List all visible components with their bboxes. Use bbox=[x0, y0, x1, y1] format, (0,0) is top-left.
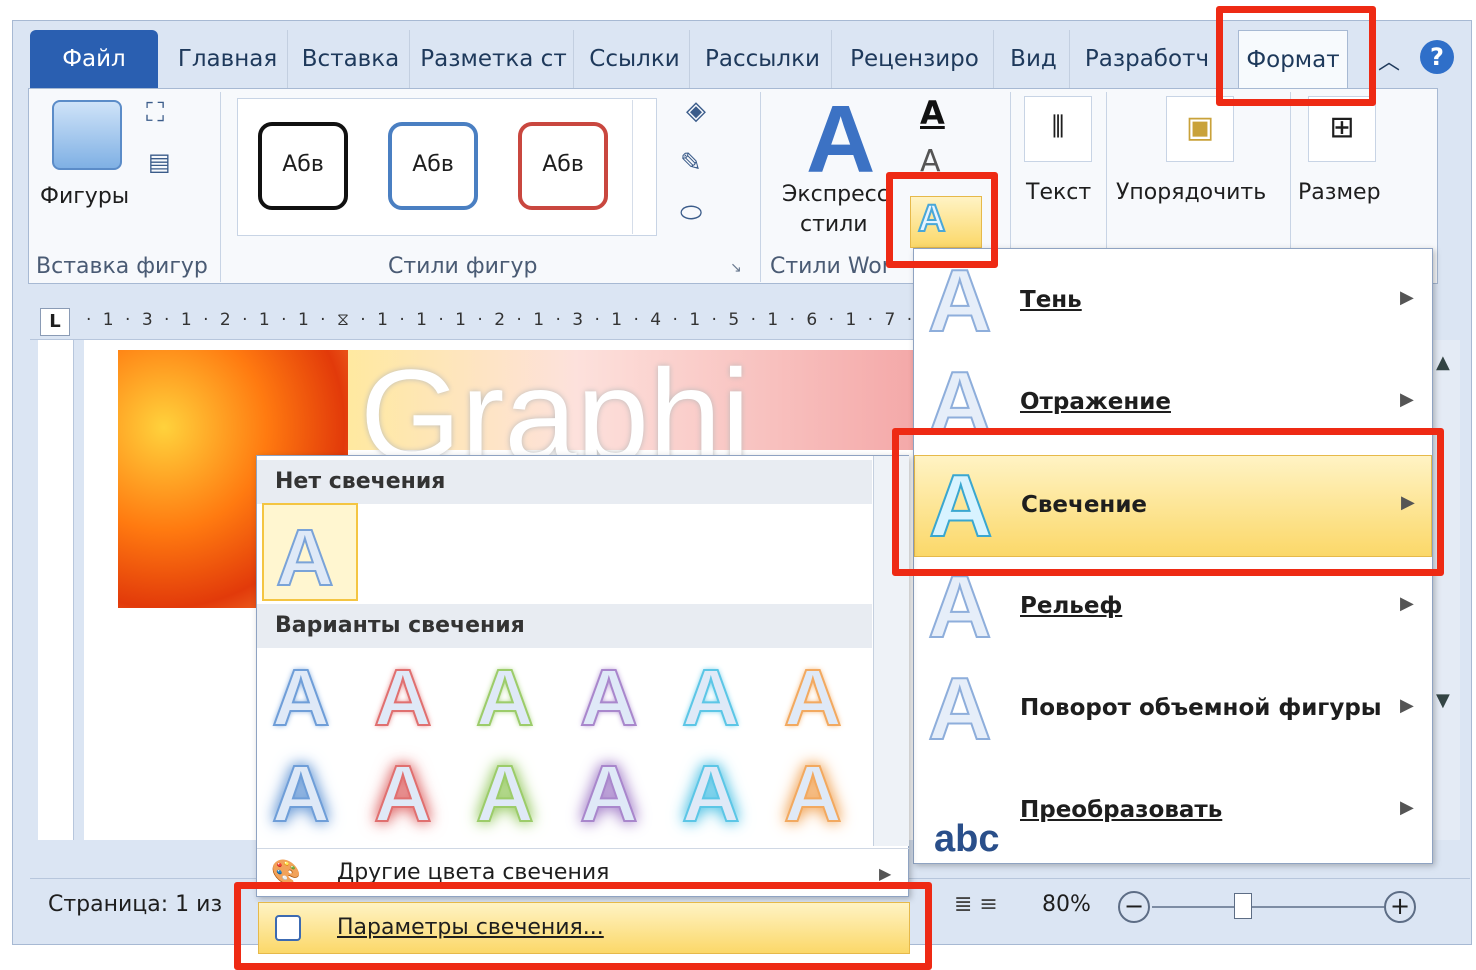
arrange-button[interactable]: Упорядочить bbox=[1116, 180, 1266, 205]
text-direction-icon[interactable]: ⫴ bbox=[1024, 96, 1092, 162]
menu-item-label: Отражение bbox=[1020, 389, 1171, 415]
view-icons[interactable]: ≣ ≡ bbox=[954, 892, 998, 917]
highlight-glow-options bbox=[234, 882, 932, 970]
zoom-slider-thumb[interactable] bbox=[1234, 893, 1252, 919]
tab-selector[interactable]: L bbox=[40, 308, 70, 336]
submenu-arrow-icon: ▶ bbox=[1400, 287, 1414, 308]
submenu-arrow-icon: ▶ bbox=[1400, 695, 1414, 716]
menu-item-label: Преобразовать bbox=[1020, 797, 1223, 823]
tab-developer[interactable]: Разработч bbox=[1076, 30, 1218, 88]
insert-shapes-group-label: Вставка фигур bbox=[36, 254, 208, 279]
edit-shape-icon[interactable]: ⛶ bbox=[146, 98, 164, 129]
highlight-text-effects bbox=[886, 172, 998, 268]
zoom-in-button[interactable]: + bbox=[1384, 891, 1416, 923]
tab-mailings[interactable]: Рассылки bbox=[694, 30, 832, 88]
glow-variant-1-2[interactable]: A bbox=[373, 652, 433, 744]
bevel-icon: A bbox=[927, 557, 993, 656]
wordart-group-label: Стили Wor bbox=[770, 254, 891, 279]
transform-icon: abc bbox=[934, 818, 1000, 860]
glow-variant-2-5[interactable]: A bbox=[681, 748, 741, 840]
glow-variants-header: Варианты свечения bbox=[257, 604, 872, 648]
zoom-level[interactable]: 80% bbox=[1042, 892, 1091, 917]
zoom-out-button[interactable]: − bbox=[1118, 891, 1150, 923]
highlight-format-tab bbox=[1216, 6, 1376, 106]
text-fill-icon[interactable]: A bbox=[920, 94, 945, 132]
tab-file[interactable]: Файл bbox=[30, 30, 158, 88]
vertical-scrollbar[interactable] bbox=[1430, 340, 1460, 840]
tab-page-layout[interactable]: Разметка ст bbox=[414, 30, 574, 88]
submenu-arrow-icon: ▶ bbox=[1400, 797, 1414, 818]
page-counter[interactable]: Страница: 1 из bbox=[48, 892, 222, 917]
tab-review[interactable]: Рецензиро bbox=[836, 30, 994, 88]
express-styles-label-1[interactable]: Экспресс bbox=[782, 182, 889, 207]
minimize-ribbon-icon[interactable]: ︿ bbox=[1378, 44, 1400, 76]
glow-variant-2-2[interactable]: A bbox=[373, 748, 433, 840]
glow-variant-1-5[interactable]: A bbox=[681, 652, 741, 744]
shape-outline-icon[interactable]: ✎ bbox=[680, 148, 702, 178]
glow-variant-1-6[interactable]: A bbox=[783, 652, 843, 744]
tab-home[interactable]: Главная bbox=[168, 30, 288, 88]
glow-variant-2-3[interactable]: A bbox=[475, 748, 535, 840]
size-button[interactable]: Размер bbox=[1298, 180, 1381, 205]
zoom-slider[interactable] bbox=[1152, 906, 1384, 908]
help-icon[interactable]: ? bbox=[1420, 40, 1454, 74]
tab-view[interactable]: Вид bbox=[998, 30, 1070, 88]
submenu-arrow-icon: ▶ bbox=[1400, 593, 1414, 614]
glow-variant-2-1[interactable]: A bbox=[271, 748, 331, 840]
shape-styles-group-label: Стили фигур bbox=[388, 254, 538, 279]
tab-insert[interactable]: Вставка bbox=[292, 30, 410, 88]
no-glow-header: Нет свечения bbox=[257, 460, 872, 504]
tab-references[interactable]: Ссылки bbox=[580, 30, 690, 88]
menu-item-label: Рельеф bbox=[1020, 593, 1123, 619]
scroll-up-icon[interactable]: ▲ bbox=[1436, 352, 1450, 373]
glow-variant-1-1[interactable]: A bbox=[271, 652, 331, 744]
dialog-launcher-icon[interactable]: ↘ bbox=[730, 260, 742, 276]
text-box-icon[interactable]: ▤ bbox=[148, 148, 171, 176]
submenu-arrow-icon: ▶ bbox=[1400, 389, 1414, 410]
no-glow-letter: A bbox=[275, 512, 335, 603]
shape-style-red[interactable]: Абв bbox=[518, 122, 608, 210]
menu-item-label: Поворот объемной фигуры bbox=[1020, 695, 1382, 721]
gallery-scroll[interactable] bbox=[632, 100, 656, 234]
menu-item-label: Тень bbox=[1020, 287, 1082, 313]
3d-rotation-icon: A bbox=[927, 659, 993, 758]
glow-variant-2-4[interactable]: A bbox=[579, 748, 639, 840]
glow-variant-2-6[interactable]: A bbox=[783, 748, 843, 840]
shape-effects-icon[interactable]: ⬭ bbox=[680, 198, 702, 229]
express-styles-label-2[interactable]: стили bbox=[800, 212, 868, 237]
submenu-arrow-icon: ▶ bbox=[879, 864, 892, 883]
vertical-ruler bbox=[38, 340, 74, 840]
shapes-icon bbox=[52, 100, 122, 170]
glow-variant-1-3[interactable]: A bbox=[475, 652, 535, 744]
scroll-down-icon[interactable]: ▼ bbox=[1436, 690, 1450, 711]
text-button[interactable]: Текст bbox=[1026, 180, 1091, 205]
menu-item-3d-rotation[interactable]: A Поворот объемной фигуры ▶ bbox=[914, 659, 1432, 761]
express-styles-icon: A bbox=[806, 86, 876, 193]
menu-item-transform[interactable]: abc Преобразовать ▶ bbox=[914, 761, 1432, 863]
shadow-icon: A bbox=[927, 251, 993, 350]
highlight-glow-item bbox=[892, 428, 1444, 576]
shape-style-blue[interactable]: Абв bbox=[388, 122, 478, 210]
shape-fill-icon[interactable]: ◈ bbox=[686, 96, 706, 126]
glow-variant-1-4[interactable]: A bbox=[579, 652, 639, 744]
ruler-marks: · 1 · 3 · 1 · 2 · 1 · 1 · ⧖ · 1 · 1 · 1 … bbox=[86, 310, 938, 330]
shapes-button[interactable]: Фигуры bbox=[40, 184, 129, 209]
shape-style-black[interactable]: Абв bbox=[258, 122, 348, 210]
